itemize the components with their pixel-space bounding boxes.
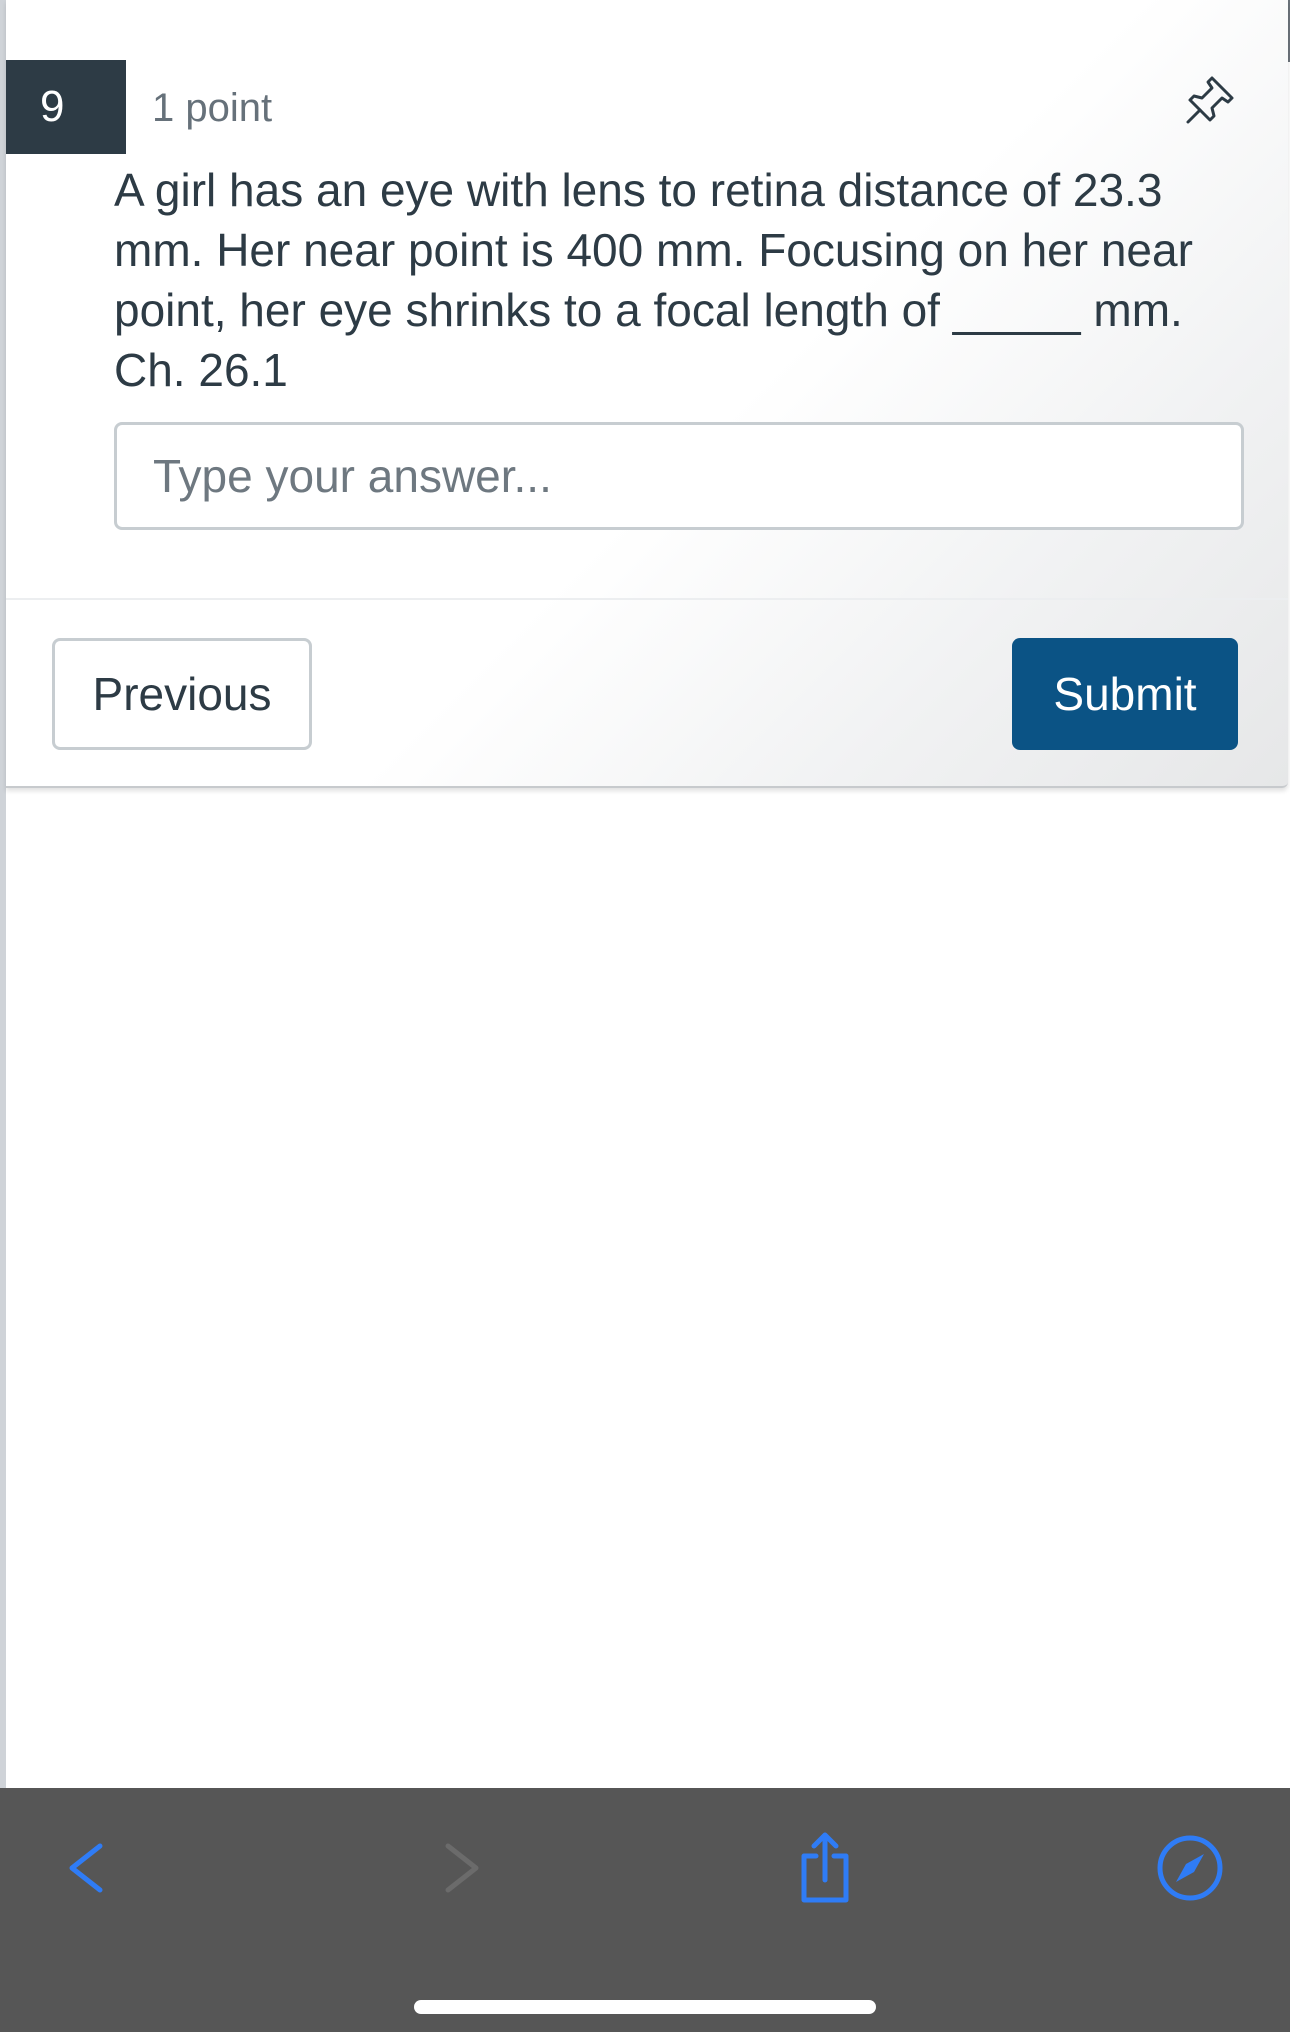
forward-chevron-icon [445,1843,479,1893]
card-divider [6,598,1288,600]
compass-icon[interactable] [1150,1828,1230,1908]
question-card: 9 1 point A girl has an eye with lens to… [6,0,1288,788]
back-chevron-icon[interactable] [48,1828,128,1908]
browser-toolbar [0,1788,1290,2032]
pin-icon[interactable] [1182,72,1238,128]
share-icon[interactable] [784,1828,864,1908]
previous-button[interactable]: Previous [52,638,312,750]
home-indicator [414,2000,876,2014]
submit-button[interactable]: Submit [1012,638,1238,750]
question-text: A girl has an eye with lens to retina di… [114,164,1193,396]
question-points: 1 point [152,86,273,130]
question-number-badge: 9 [6,60,126,154]
answer-input[interactable] [114,422,1244,530]
